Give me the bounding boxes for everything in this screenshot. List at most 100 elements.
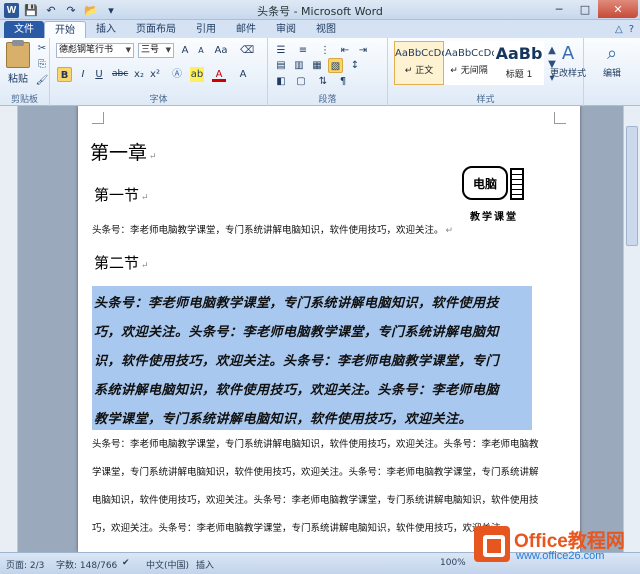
bold-button[interactable]: B bbox=[57, 67, 72, 82]
tab-review[interactable]: 审阅 bbox=[266, 21, 306, 38]
chapter-heading[interactable]: 第一章 ↵ bbox=[90, 138, 157, 165]
section-1-text: 第一节 bbox=[94, 186, 140, 204]
tab-home[interactable]: 开始 bbox=[44, 21, 86, 38]
tab-page-layout[interactable]: 页面布局 bbox=[126, 21, 186, 38]
shading-icon[interactable]: ◧ bbox=[274, 74, 288, 89]
clipboard-label: 剪贴板 bbox=[10, 95, 38, 105]
align-right-icon[interactable]: ▦ bbox=[310, 58, 324, 73]
maximize-button[interactable]: □ bbox=[572, 0, 598, 18]
font-color-button[interactable]: A bbox=[212, 67, 226, 82]
change-case-button[interactable]: Aa bbox=[214, 43, 228, 58]
style-heading-1[interactable]: AaBb 标题 1 bbox=[494, 41, 544, 85]
window-title: 头条号 - Microsoft Word bbox=[257, 5, 383, 18]
style-name: ↵ 正文 bbox=[404, 66, 434, 76]
minimize-button[interactable]: ─ bbox=[546, 0, 572, 18]
strikethrough-button[interactable]: abc bbox=[112, 67, 128, 82]
proofing-icon[interactable]: ✔ bbox=[122, 558, 130, 568]
numbering-icon[interactable]: ≡ bbox=[296, 43, 310, 58]
subscript-button[interactable]: x₂ bbox=[132, 67, 146, 82]
margin-corner bbox=[92, 112, 104, 124]
vertical-scrollbar[interactable] bbox=[623, 106, 640, 552]
body-line[interactable]: 学课堂，专门系统讲解电脑知识，软件使用技巧，欢迎关注。头条号：李老师电脑教学课堂… bbox=[92, 464, 539, 478]
style-normal[interactable]: AaBbCcDd ↵ 正文 bbox=[394, 41, 448, 85]
tab-file[interactable]: 文件 bbox=[4, 21, 44, 38]
increase-indent-icon[interactable]: ⇥ bbox=[356, 43, 370, 58]
editing-button[interactable]: ⌕ 编辑 bbox=[592, 42, 632, 80]
styles-label: 样式 bbox=[476, 95, 495, 105]
cut-icon[interactable]: ✂ bbox=[36, 42, 48, 54]
highlight-icon[interactable]: ab bbox=[190, 67, 204, 82]
style-sample: AaBbCcDd bbox=[395, 48, 448, 59]
font-size-combo[interactable]: 三号 ▼ bbox=[138, 43, 174, 58]
borders-icon[interactable]: ▢ bbox=[294, 74, 308, 89]
style-no-spacing[interactable]: AaBbCcDd ↵ 无间隔 bbox=[444, 41, 498, 85]
paragraph-mark-icon: ↵ bbox=[141, 261, 149, 271]
superscript-button[interactable]: x² bbox=[148, 67, 162, 82]
ribbon: 粘贴 ✂ ⎘ 🖌 剪贴板 德彪钢笔行书 ▼ 三号 ▼ A A Aa ⌫ B I U … bbox=[0, 38, 640, 106]
change-styles-button[interactable]: A 更改样式 bbox=[548, 42, 588, 80]
minimize-ribbon-icon[interactable]: △ bbox=[615, 24, 623, 35]
italic-button[interactable]: I bbox=[76, 67, 90, 82]
vertical-ruler bbox=[0, 106, 18, 552]
body-paragraph-1[interactable]: 头条号：李老师电脑教学课堂，专门系统讲解电脑知识，软件使用技巧，欢迎关注。 ↵ bbox=[92, 222, 453, 236]
scrollbar-thumb[interactable] bbox=[626, 126, 638, 246]
style-name: 标题 1 bbox=[505, 70, 533, 80]
tab-references[interactable]: 引用 bbox=[186, 21, 226, 38]
tab-insert[interactable]: 插入 bbox=[86, 21, 126, 38]
editing-label: 编辑 bbox=[602, 69, 621, 79]
style-sample: AaBbCcDd bbox=[445, 48, 498, 59]
help-icon[interactable]: ? bbox=[629, 24, 634, 35]
clipboard-group: 粘贴 ✂ ⎘ 🖌 剪贴板 bbox=[0, 38, 50, 106]
shrink-font-button[interactable]: A bbox=[194, 43, 208, 58]
word-count[interactable]: 字数: 148/766 bbox=[56, 558, 117, 571]
paste-button-label[interactable]: 粘贴 bbox=[8, 70, 28, 85]
text-effects-icon[interactable]: Ⓐ bbox=[170, 67, 184, 82]
bullets-icon[interactable]: ☰ bbox=[274, 43, 288, 58]
logo-tower bbox=[510, 168, 524, 200]
section-2-text: 第二节 bbox=[94, 254, 140, 272]
underline-button[interactable]: U bbox=[92, 67, 106, 82]
decrease-indent-icon[interactable]: ⇤ bbox=[338, 43, 352, 58]
selected-line[interactable]: 系统讲解电脑知识，软件使用技巧，欢迎关注。头条号：李老师电脑 bbox=[94, 379, 499, 398]
font-group: 德彪钢笔行书 ▼ 三号 ▼ A A Aa ⌫ B I U abc x₂ x² Ⓐ a… bbox=[50, 38, 268, 106]
selected-line[interactable]: 头条号：李老师电脑教学课堂，专门系统讲解电脑知识，软件使用技 bbox=[94, 292, 499, 311]
sort-icon[interactable]: ⇅ bbox=[316, 74, 330, 89]
align-center-icon[interactable]: ▥ bbox=[292, 58, 306, 73]
grow-font-button[interactable]: A bbox=[178, 43, 192, 58]
computer-logo-image[interactable]: 电脑 教学课堂 bbox=[456, 164, 532, 230]
font-name-value: 德彪钢笔行书 bbox=[59, 45, 114, 55]
section-heading-1[interactable]: 第一节 ↵ bbox=[94, 184, 149, 205]
line-spacing-icon[interactable]: ↕ bbox=[348, 58, 362, 73]
body-line[interactable]: 电脑知识，软件使用技巧，欢迎关注。头条号：李老师电脑教学课堂，专门系统讲解电脑知… bbox=[92, 492, 539, 506]
selected-line[interactable]: 识，软件使用技巧，欢迎关注。头条号：李老师电脑教学课堂，专门 bbox=[94, 350, 499, 369]
align-left-icon[interactable]: ▤ bbox=[274, 58, 288, 73]
page-count[interactable]: 页面: 2/3 bbox=[6, 558, 44, 571]
selected-line[interactable]: 教学课堂，专门系统讲解电脑知识，软件使用技巧，欢迎关注。 bbox=[94, 408, 472, 427]
clear-formatting-icon[interactable]: ⌫ bbox=[240, 43, 254, 58]
paragraph-label: 段落 bbox=[318, 95, 337, 105]
character-shading-icon[interactable]: A bbox=[236, 67, 250, 82]
paste-icon[interactable] bbox=[6, 40, 30, 68]
multilevel-list-icon[interactable]: ⋮ bbox=[318, 43, 332, 58]
insert-mode[interactable]: 插入 bbox=[196, 558, 214, 571]
tab-mailings[interactable]: 邮件 bbox=[226, 21, 266, 38]
logo-caption: 教学课堂 bbox=[470, 212, 518, 223]
language-indicator[interactable]: 中文(中国) bbox=[146, 558, 189, 571]
zoom-level[interactable]: 100% bbox=[440, 558, 466, 568]
document-page[interactable]: 第一章 ↵ 第一节 ↵ 头条号：李老师电脑教学课堂，专门系统讲解电脑知识，软件使用技… bbox=[78, 106, 580, 552]
format-painter-icon[interactable]: 🖌 bbox=[36, 74, 49, 86]
paragraph-group: ☰ ≡ ⋮ ⇤ ⇥ ▤ ▥ ▦ ▧ ↕ ◧ ▢ ⇅ ¶ 段落 bbox=[268, 38, 388, 106]
body-line[interactable]: 头条号：李老师电脑教学课堂，专门系统讲解电脑知识，软件使用技巧，欢迎关注。头条号… bbox=[92, 436, 539, 450]
paragraph-mark-icon: ↵ bbox=[445, 226, 454, 236]
body-line[interactable]: 巧，欢迎关注。头条号：李老师电脑教学课堂，专门系统讲解电脑知识，软件使用技巧，欢… bbox=[92, 520, 510, 534]
font-name-combo[interactable]: 德彪钢笔行书 ▼ bbox=[56, 43, 134, 58]
copy-icon[interactable]: ⎘ bbox=[36, 58, 48, 70]
section-heading-2[interactable]: 第二节 ↵ bbox=[94, 252, 149, 273]
style-name: ↵ 无间隔 bbox=[450, 66, 488, 76]
show-marks-icon[interactable]: ¶ bbox=[336, 74, 350, 89]
font-size-value: 三号 bbox=[141, 45, 160, 55]
justify-icon[interactable]: ▧ bbox=[328, 58, 343, 73]
close-button[interactable]: ✕ bbox=[598, 0, 638, 18]
tab-view[interactable]: 视图 bbox=[306, 21, 346, 38]
selected-line[interactable]: 巧，欢迎关注。头条号：李老师电脑教学课堂，专门系统讲解电脑知 bbox=[94, 321, 499, 340]
